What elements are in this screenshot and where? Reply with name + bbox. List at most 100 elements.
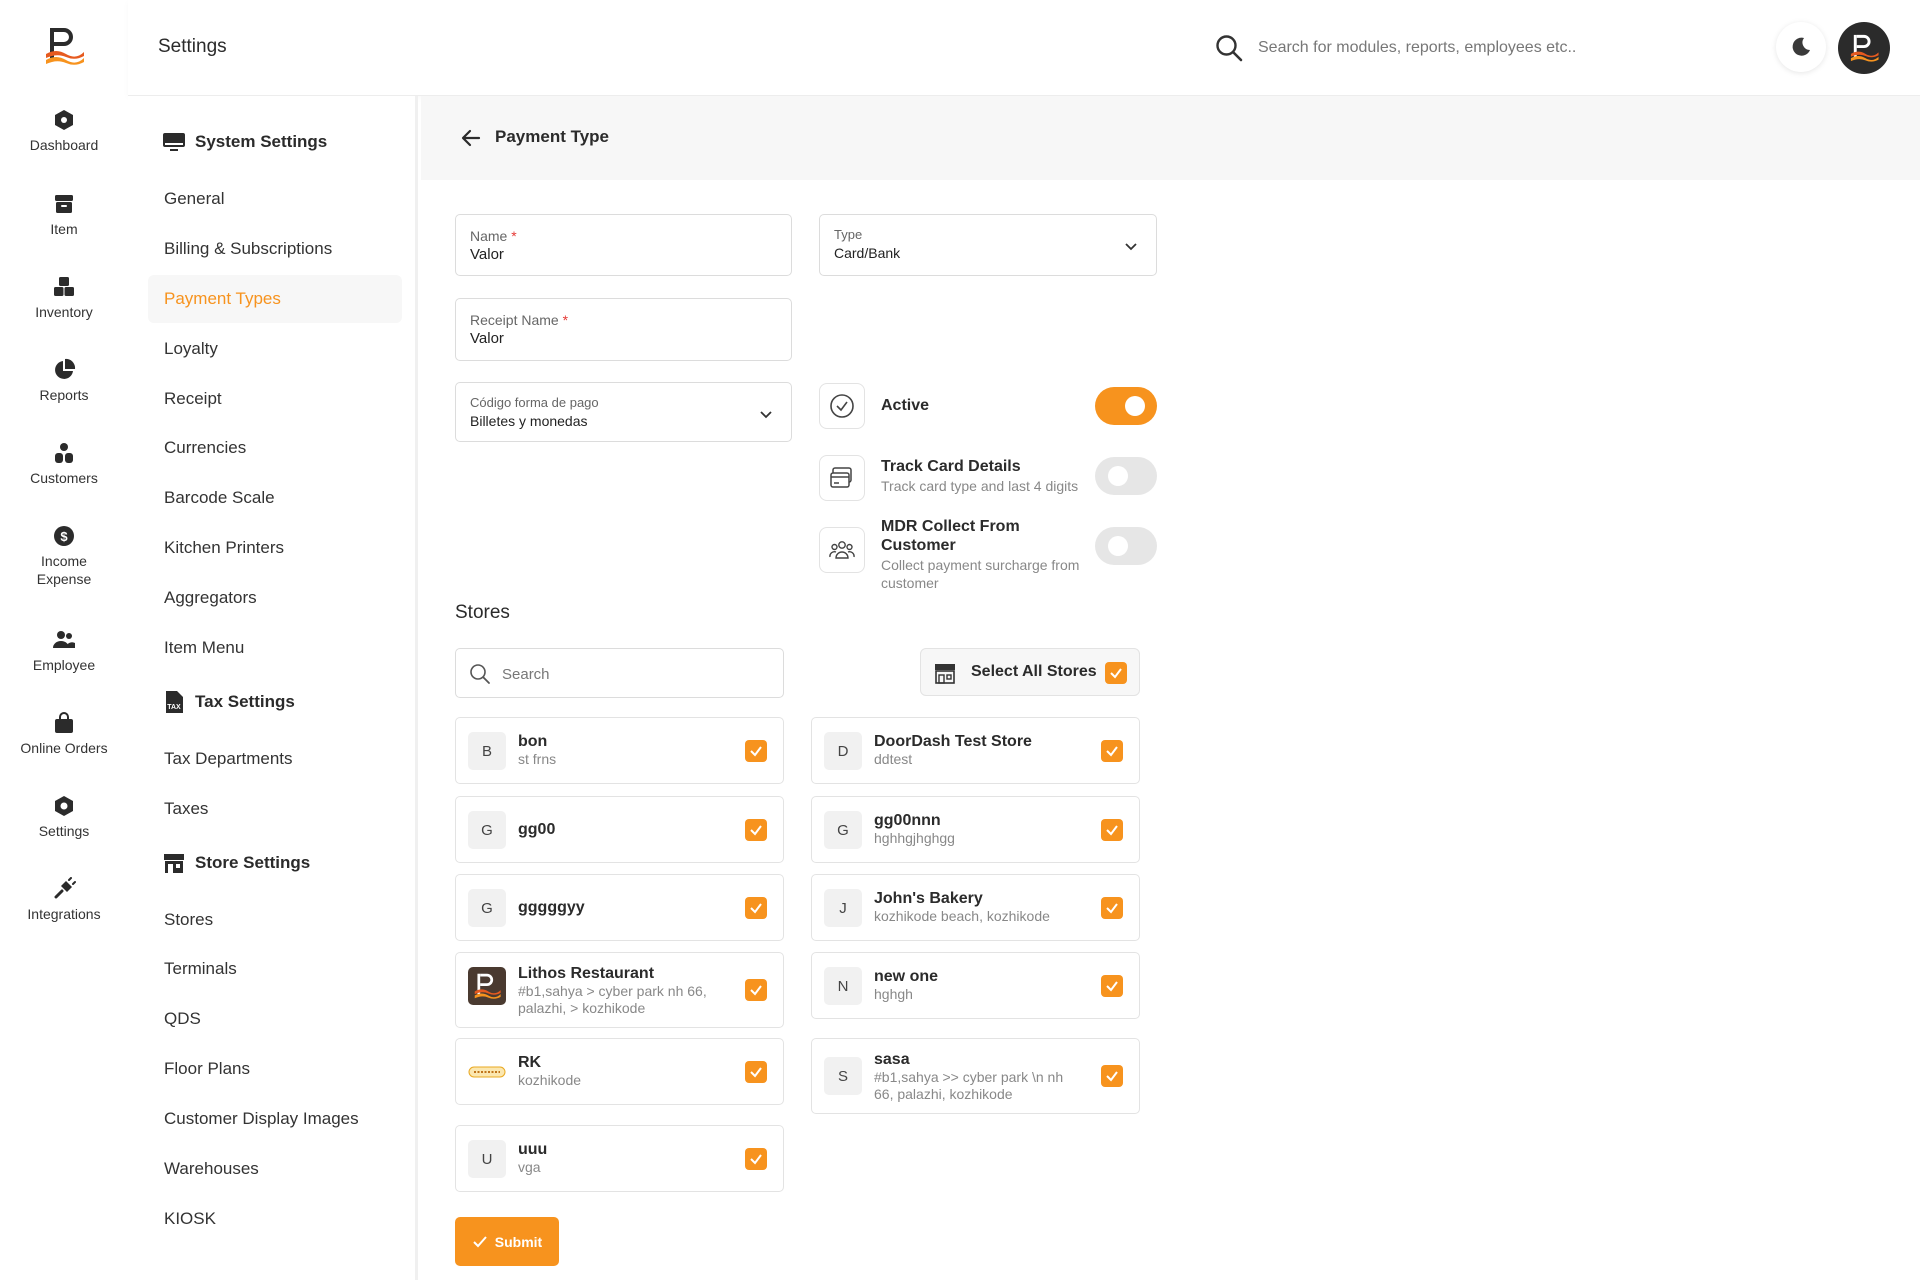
- rail-inventory[interactable]: Inventory: [0, 275, 128, 321]
- subnav-kiosk[interactable]: KIOSK: [148, 1195, 402, 1243]
- store-card[interactable]: G gg00nnn hghhgjhghgg: [811, 796, 1140, 863]
- subnav-item-menu[interactable]: Item Menu: [148, 624, 402, 672]
- subnav-barcode-scale[interactable]: Barcode Scale: [148, 474, 402, 522]
- name-value[interactable]: Valor: [470, 246, 504, 263]
- store-checkbox[interactable]: [1101, 740, 1123, 762]
- subnav-floor-plans[interactable]: Floor Plans: [148, 1045, 402, 1093]
- store-card[interactable]: N new one hghgh: [811, 952, 1140, 1019]
- check-icon: [1106, 981, 1118, 992]
- subnav-taxes[interactable]: Taxes: [148, 785, 402, 833]
- store-card[interactable]: S sasa #b1,sahya >> cyber park \n nh 66,…: [811, 1038, 1140, 1114]
- store-checkbox[interactable]: [1101, 1065, 1123, 1087]
- store-card[interactable]: G gg00: [455, 796, 784, 863]
- store-initial-badge: G: [468, 889, 506, 927]
- page-title: Payment Type: [495, 127, 610, 146]
- store-card[interactable]: RK kozhikode: [455, 1038, 784, 1105]
- subnav-terminals[interactable]: Terminals: [148, 945, 402, 993]
- store-checkbox[interactable]: [745, 819, 767, 841]
- receipt-name-value[interactable]: Valor: [470, 330, 504, 347]
- store-card[interactable]: J John's Bakery kozhikode beach, kozhiko…: [811, 874, 1140, 941]
- check-icon: [1110, 668, 1122, 679]
- store-address: vga: [518, 1159, 541, 1175]
- rail-integrations[interactable]: Integrations: [0, 877, 128, 923]
- store-checkbox[interactable]: [745, 740, 767, 762]
- rail-online-orders[interactable]: Online Orders: [0, 711, 128, 757]
- subnav-receipt[interactable]: Receipt: [148, 375, 402, 423]
- fiery-hut-logo-icon: [468, 1066, 506, 1078]
- check-icon: [1106, 903, 1118, 914]
- store-checkbox[interactable]: [745, 1148, 767, 1170]
- store-checkbox[interactable]: [745, 897, 767, 919]
- subnav-general[interactable]: General: [148, 175, 402, 223]
- subnav-payment-types[interactable]: Payment Types: [148, 275, 402, 323]
- subnav-stores[interactable]: Stores: [148, 896, 402, 944]
- theme-toggle-button[interactable]: [1776, 22, 1826, 72]
- check-icon: [1106, 746, 1118, 757]
- store-card[interactable]: U uuu vga: [455, 1125, 784, 1192]
- store-card[interactable]: D DoorDash Test Store ddtest: [811, 717, 1140, 784]
- store-card[interactable]: Lithos Restaurant #b1,sahya > cyber park…: [455, 952, 784, 1028]
- subnav-billing[interactable]: Billing & Subscriptions: [148, 225, 402, 273]
- subnav-customer-display-images[interactable]: Customer Display Images: [148, 1095, 402, 1143]
- settings-subnav: System Settings General Billing & Subscr…: [128, 96, 418, 1280]
- subnav-warehouses[interactable]: Warehouses: [148, 1145, 402, 1193]
- subnav-currencies[interactable]: Currencies: [148, 424, 402, 472]
- rail-dashboard[interactable]: Dashboard: [0, 108, 128, 154]
- rail-customers[interactable]: Customers: [0, 441, 128, 487]
- submit-button[interactable]: Submit: [455, 1217, 559, 1266]
- active-option-icon-box: [819, 383, 865, 429]
- store-checkbox[interactable]: [745, 1061, 767, 1083]
- rail-item[interactable]: Item: [0, 192, 128, 238]
- codigo-forma-pago-select[interactable]: Código forma de pago Billetes y monedas: [455, 382, 792, 442]
- name-field[interactable]: Name * Valor: [455, 214, 792, 276]
- online-orders-icon: [55, 712, 73, 733]
- rail-income-expense[interactable]: $ Income Expense: [0, 524, 128, 588]
- global-search-input[interactable]: [1258, 34, 1588, 62]
- subnav-qds[interactable]: QDS: [148, 995, 402, 1043]
- rail-employee[interactable]: Employee: [0, 628, 128, 674]
- mdr-toggle[interactable]: [1095, 527, 1157, 565]
- mdr-option: MDR Collect From Customer Collect paymen…: [819, 518, 1157, 591]
- rail-settings[interactable]: Settings: [0, 794, 128, 840]
- store-card[interactable]: B bon st frns: [455, 717, 784, 784]
- name-label: Name *: [470, 228, 517, 244]
- store-checkbox[interactable]: [745, 979, 767, 1001]
- receipt-name-field[interactable]: Receipt Name * Valor: [455, 298, 792, 361]
- store-settings-heading: Store Settings: [162, 851, 310, 875]
- stores-heading: Stores: [455, 602, 510, 623]
- track-card-icon-box: [819, 455, 865, 501]
- select-all-label: Select All Stores: [971, 663, 1097, 680]
- track-card-toggle[interactable]: [1095, 457, 1157, 495]
- stores-search-input[interactable]: [502, 662, 772, 686]
- global-search[interactable]: [1214, 30, 1594, 66]
- store-address: #b1,sahya > cyber park nh 66, palazhi, >…: [518, 983, 707, 1016]
- integrations-icon: [54, 877, 76, 899]
- app-logo[interactable]: [42, 24, 86, 68]
- rail-reports[interactable]: Reports: [0, 358, 128, 404]
- employee-icon: [53, 631, 75, 648]
- store-checkbox[interactable]: [1101, 897, 1123, 919]
- subnav-loyalty[interactable]: Loyalty: [148, 325, 402, 373]
- active-toggle[interactable]: [1095, 387, 1157, 425]
- monitor-icon: [163, 133, 185, 151]
- page-header: Payment Type: [421, 96, 1920, 180]
- type-select[interactable]: Type Card/Bank: [819, 214, 1157, 276]
- select-all-stores[interactable]: Select All Stores: [920, 648, 1140, 696]
- select-all-checkbox[interactable]: [1105, 662, 1127, 684]
- store-card[interactable]: G gggggyy: [455, 874, 784, 941]
- back-arrow-icon[interactable]: [459, 126, 483, 150]
- subnav-aggregators[interactable]: Aggregators: [148, 574, 402, 622]
- toggle-knob: [1108, 466, 1128, 486]
- store-checkbox[interactable]: [1101, 975, 1123, 997]
- subnav-kitchen-printers[interactable]: Kitchen Printers: [148, 524, 402, 572]
- check-icon: [750, 746, 762, 757]
- subnav-tax-departments[interactable]: Tax Departments: [148, 735, 402, 783]
- store-checkbox[interactable]: [1101, 819, 1123, 841]
- stores-search[interactable]: [455, 648, 784, 698]
- check-icon: [750, 903, 762, 914]
- track-card-description: Track card type and last 4 digits: [881, 478, 1079, 494]
- search-icon: [470, 664, 490, 684]
- mdr-label: MDR Collect From Customer: [881, 518, 1020, 554]
- user-avatar[interactable]: [1838, 22, 1890, 74]
- store-name: DoorDash Test Store: [874, 733, 1032, 750]
